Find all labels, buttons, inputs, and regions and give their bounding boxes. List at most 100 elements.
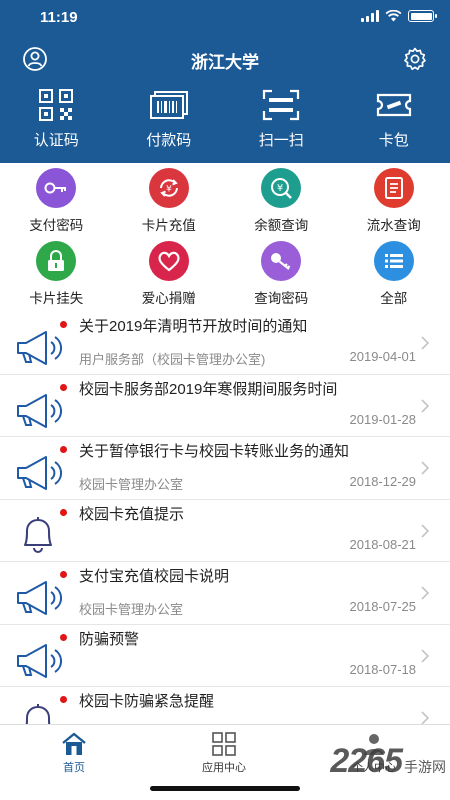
list-item[interactable]: 校园卡服务部2019年寒假期间服务时间 2019-01-28 [0,375,450,437]
quick-label: 认证码 [33,132,79,149]
list-item[interactable]: 支付宝充值校园卡说明 校园卡管理办公室 2018-07-25 [0,562,450,625]
megaphone-icon [17,581,62,615]
status-icons [361,10,437,22]
cellular-signal-icon [361,10,379,22]
battery-icon [408,10,437,22]
document-icon [373,168,414,208]
ticket-icon [374,88,414,122]
chevron-right-icon [421,398,430,413]
list-item[interactable]: 校园卡防骗紧急提醒 [0,687,450,724]
barcode-icon [149,88,189,122]
megaphone-icon [17,331,62,365]
qr-code-icon [36,88,76,122]
status-time: 11:19 [40,9,78,26]
unread-dot [60,321,67,328]
notice-date: 2018-12-29 [349,474,417,489]
tab-label: 首页 [63,762,85,774]
scan-icon [261,88,301,122]
list-item[interactable]: 关于2019年清明节开放时间的通知 用户服务部（校园卡管理办公室) 2019-0… [0,312,450,375]
chevron-right-icon [421,648,430,663]
home-indicator [150,786,300,791]
tab-label: 应用中心 [202,762,246,774]
service-label: 余额查询 [254,218,309,233]
service-label: 卡片充值 [141,218,196,233]
service-label: 卡片挂失 [29,291,84,306]
list-icon [373,241,414,281]
notice-date: 2019-01-28 [349,411,417,427]
notice-title: 支付宝充值校园卡说明 [79,568,230,585]
chevron-right-icon [421,711,430,724]
notice-date: 2019-04-01 [349,349,417,364]
notice-date: 2018-08-21 [349,536,417,552]
notice-source: 用户服务部（校园卡管理办公室) [79,352,266,367]
megaphone-icon [17,393,62,428]
key-icon [261,241,302,281]
recharge-icon: ¥ [148,168,189,208]
unread-dot [60,571,67,578]
list-item[interactable]: 防骗预警 2018-07-18 [0,625,450,687]
watermark-text: 手游网 [404,758,446,775]
notice-title: 关于暂停银行卡与校园卡转账业务的通知 [79,443,350,460]
list-item[interactable]: 关于暂停银行卡与校园卡转账业务的通知 校园卡管理办公室 2018-12-29 [0,437,450,500]
quick-label: 扫一扫 [258,132,304,149]
service-label: 查询密码 [254,291,309,306]
chevron-right-icon [421,461,430,475]
unread-dot [60,446,67,453]
notice-title: 校园卡充值提示 [79,505,185,523]
service-all[interactable]: 全部 [338,241,450,314]
service-card-loss-report[interactable]: 卡片挂失 [0,241,113,314]
grid-icon [212,732,236,756]
auth-code-button[interactable]: 认证码 [0,88,113,160]
watermark-number: 2265 [330,742,403,780]
page-title: 浙江大学 [191,53,259,73]
notice-title: 防骗预警 [79,630,140,648]
unread-dot [60,696,67,703]
svg-text:¥: ¥ [166,185,172,195]
key-icon [36,168,77,208]
service-donation[interactable]: 爱心捐赠 [113,241,226,314]
site-watermark: 2265 手游网 [330,742,446,781]
chevron-right-icon [421,586,430,600]
pay-code-button[interactable]: 付款码 [113,88,226,160]
app-header: 11:19 浙江大学 认证码 付款码 扫一扫 卡包 [0,0,450,163]
title-bar: 浙江大学 [0,40,450,76]
service-card-recharge[interactable]: ¥ 卡片充值 [113,168,226,241]
chevron-right-icon [421,336,430,350]
service-label: 全部 [380,291,408,306]
lock-icon [36,241,77,281]
notice-title: 关于2019年清明节开放时间的通知 [79,318,308,335]
notice-date: 2018-07-18 [349,661,417,677]
chevron-right-icon [421,523,430,538]
wifi-icon [385,10,402,22]
notice-list: 关于2019年清明节开放时间的通知 用户服务部（校园卡管理办公室) 2019-0… [0,312,450,724]
megaphone-icon [17,456,62,490]
notice-source: 校园卡管理办公室 [79,602,184,617]
unread-dot [60,383,67,391]
service-query-password[interactable]: 查询密码 [225,241,338,314]
bell-icon [25,704,51,724]
tab-home[interactable]: 首页 [24,731,124,775]
list-item[interactable]: 校园卡充值提示 2018-08-21 [0,500,450,562]
service-grid: 支付密码 ¥ 卡片充值 ¥ 余额查询 流水查询 卡片挂失 爱心捐赠 查询密码 全… [0,168,450,314]
quick-label: 卡包 [378,132,409,149]
service-balance-query[interactable]: ¥ 余额查询 [225,168,338,241]
service-transaction-query[interactable]: 流水查询 [338,168,450,241]
yuan-icon: ¥ [261,168,302,208]
notice-title: 校园卡服务部2019年寒假期间服务时间 [79,380,338,398]
megaphone-icon [17,643,62,678]
scan-button[interactable]: 扫一扫 [225,88,338,160]
card-wallet-button[interactable]: 卡包 [338,88,450,160]
tab-app-center[interactable]: 应用中心 [174,731,274,775]
gear-icon[interactable] [402,46,428,72]
unread-dot [60,508,67,516]
quick-actions: 认证码 付款码 扫一扫 卡包 [0,88,450,160]
service-label: 支付密码 [29,218,84,233]
quick-label: 付款码 [146,132,192,149]
service-payment-password[interactable]: 支付密码 [0,168,113,241]
svg-text:¥: ¥ [277,183,283,194]
notice-title: 校园卡防骗紧急提醒 [79,693,215,710]
heart-icon [148,241,189,281]
service-label: 爱心捐赠 [141,291,196,306]
notice-date: 2018-07-25 [349,599,417,614]
home-icon [62,732,86,755]
